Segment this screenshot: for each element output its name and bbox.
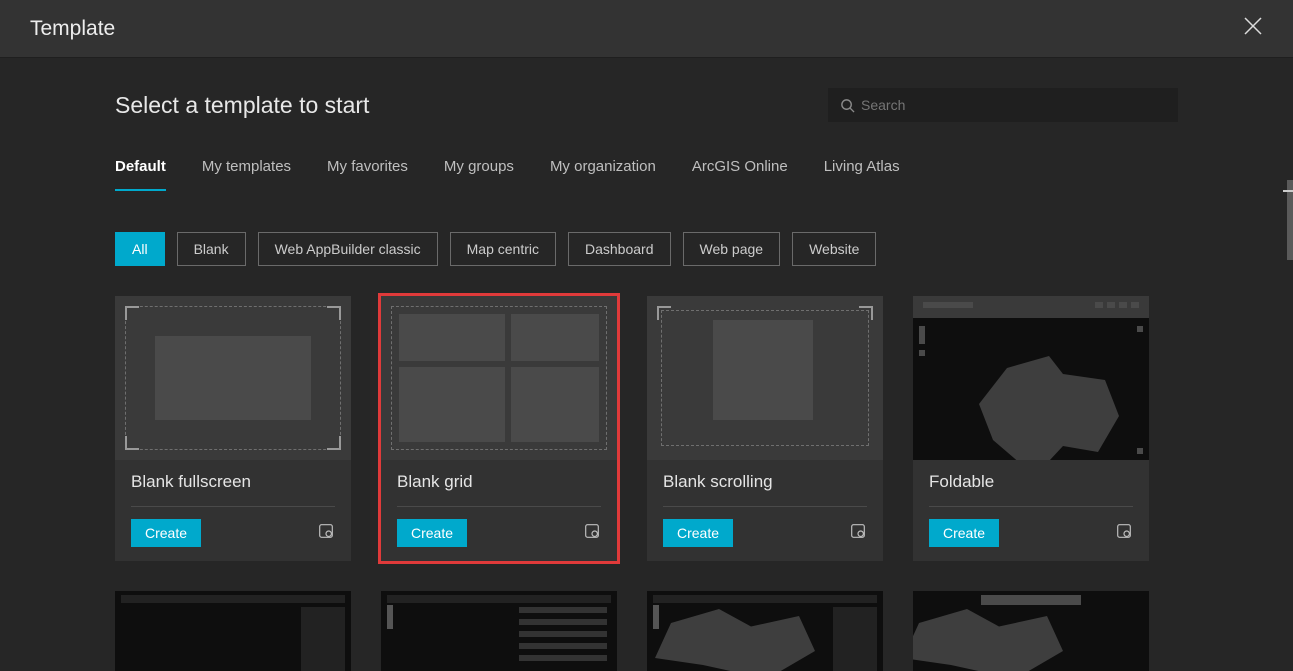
search-field[interactable]	[828, 88, 1178, 122]
filter-website[interactable]: Website	[792, 232, 876, 266]
tab-default[interactable]: Default	[115, 158, 166, 191]
filter-map-centric[interactable]: Map centric	[450, 232, 556, 266]
tab-my-templates[interactable]: My templates	[202, 158, 291, 191]
template-title: Blank fullscreen	[131, 472, 335, 507]
page-title: Template	[30, 17, 115, 41]
create-button[interactable]: Create	[663, 519, 733, 547]
preview-icon[interactable]	[317, 522, 335, 545]
template-grid: Blank fullscreen Create Blank grid	[115, 296, 1178, 671]
template-title: Blank scrolling	[663, 472, 867, 507]
category-filters: All Blank Web AppBuilder classic Map cen…	[115, 232, 1178, 266]
template-thumb	[647, 296, 883, 460]
source-tabs: Default My templates My favorites My gro…	[115, 158, 1178, 192]
template-card-partial-4[interactable]	[913, 591, 1149, 671]
template-card-blank-fullscreen[interactable]: Blank fullscreen Create	[115, 296, 351, 561]
template-card-blank-scrolling[interactable]: Blank scrolling Create	[647, 296, 883, 561]
tab-living-atlas[interactable]: Living Atlas	[824, 158, 900, 191]
filter-all[interactable]: All	[115, 232, 165, 266]
template-card-partial-3[interactable]	[647, 591, 883, 671]
resize-handle-icon[interactable]	[1283, 190, 1293, 192]
template-thumb	[381, 296, 617, 460]
template-title: Foldable	[929, 472, 1133, 507]
create-button[interactable]: Create	[929, 519, 999, 547]
filter-blank[interactable]: Blank	[177, 232, 246, 266]
close-icon	[1243, 16, 1263, 36]
template-title: Blank grid	[397, 472, 601, 507]
template-card-partial-2[interactable]	[381, 591, 617, 671]
tab-arcgis-online[interactable]: ArcGIS Online	[692, 158, 788, 191]
preview-icon[interactable]	[849, 522, 867, 545]
top-row: Select a template to start	[115, 88, 1178, 122]
create-button[interactable]: Create	[131, 519, 201, 547]
preview-icon[interactable]	[583, 522, 601, 545]
content-area: Select a template to start Default My te…	[0, 58, 1293, 671]
close-button[interactable]	[1243, 15, 1263, 43]
tab-my-organization[interactable]: My organization	[550, 158, 656, 191]
tab-my-favorites[interactable]: My favorites	[327, 158, 408, 191]
template-card-blank-grid[interactable]: Blank grid Create	[381, 296, 617, 561]
filter-web-appbuilder[interactable]: Web AppBuilder classic	[258, 232, 438, 266]
template-thumb	[913, 296, 1149, 460]
template-thumb	[115, 296, 351, 460]
scrollbar[interactable]	[1287, 180, 1293, 260]
search-icon	[840, 98, 855, 113]
preview-icon[interactable]	[1115, 522, 1133, 545]
dialog-header: Template	[0, 0, 1293, 58]
template-card-partial-1[interactable]	[115, 591, 351, 671]
create-button[interactable]: Create	[397, 519, 467, 547]
template-card-foldable[interactable]: Foldable Create	[913, 296, 1149, 561]
tab-my-groups[interactable]: My groups	[444, 158, 514, 191]
filter-dashboard[interactable]: Dashboard	[568, 232, 671, 266]
filter-web-page[interactable]: Web page	[683, 232, 781, 266]
subheading: Select a template to start	[115, 92, 369, 119]
search-input[interactable]	[861, 97, 1166, 113]
